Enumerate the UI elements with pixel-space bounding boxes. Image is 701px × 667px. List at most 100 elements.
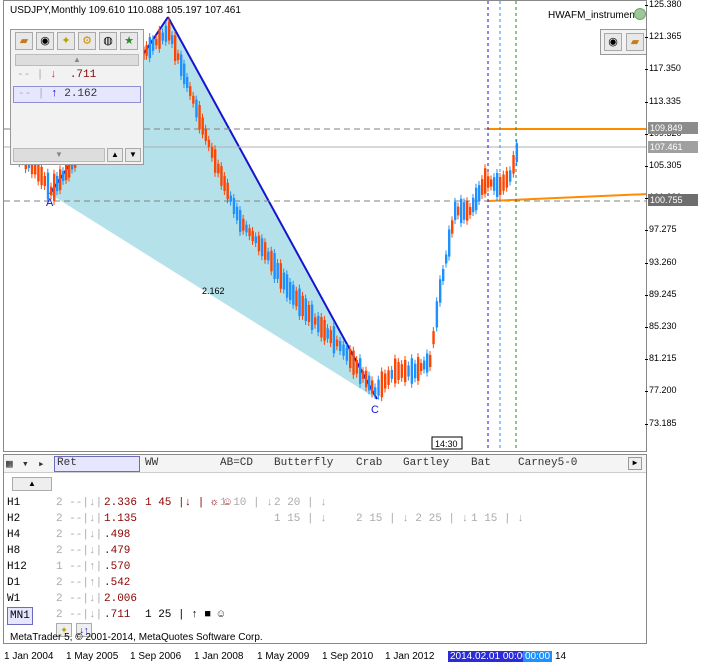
candle-body: [496, 173, 499, 197]
row-value: .570: [104, 561, 131, 573]
tab-crab[interactable]: Crab: [356, 457, 382, 469]
candle-body: [423, 360, 426, 370]
candle-body: [180, 54, 183, 77]
candle-body: [62, 171, 65, 181]
candle-body: [377, 379, 380, 396]
star-icon[interactable]: ★: [120, 32, 138, 50]
candle-body: [235, 206, 239, 221]
pattern-ratio-label: 2.162: [202, 286, 225, 296]
candle-body: [397, 362, 400, 380]
candle-body: [285, 274, 289, 298]
mini-toolbar: ▰ ◉ ✦ ⚙ ◍ ★: [11, 30, 143, 52]
eye-icon[interactable]: ◉: [36, 32, 54, 50]
candle-body: [335, 339, 339, 347]
candle-body: [279, 263, 283, 289]
tab-butterfly[interactable]: Butterfly: [274, 457, 333, 469]
tab-gartley[interactable]: Gartley: [403, 457, 449, 469]
time-tick: 14: [555, 651, 567, 662]
row-butterfly: 2 20 | ↓: [274, 497, 327, 509]
time-tick: 1 May 2005: [66, 651, 119, 662]
settings-icon[interactable]: ⚙: [78, 32, 96, 50]
candle-body: [317, 315, 320, 333]
folder-icon[interactable]: ▰: [15, 32, 33, 50]
time-tick: 1 Sep 2010: [322, 651, 374, 662]
candle-body: [439, 279, 442, 303]
mini-row-selected[interactable]: -- | ↑ 2.162: [13, 86, 141, 103]
candle-body: [365, 370, 368, 388]
tab-ret[interactable]: Ret: [54, 456, 140, 472]
pattern-label-a: A: [46, 197, 54, 209]
row-value: 2.006: [104, 593, 138, 605]
candle-body: [349, 348, 352, 369]
eye-icon[interactable]: ◉: [604, 33, 622, 51]
chart-icon[interactable]: ▦: [6, 457, 13, 471]
mini-up-button[interactable]: ▲: [107, 148, 123, 162]
chevron-right-icon[interactable]: ▸: [38, 457, 45, 471]
right-mini-panel: ◉ ▰: [600, 29, 646, 55]
mini-down-button[interactable]: ▼: [125, 148, 141, 162]
candle-body: [292, 284, 295, 305]
candle-body: [469, 207, 472, 215]
timeframe-label: D1: [7, 577, 21, 589]
tabs-scroll-right[interactable]: ▶: [628, 457, 642, 470]
mini-bottom-bar: ▼ ▲ ▼: [13, 148, 141, 162]
mini-scroll-down[interactable]: ▼: [13, 148, 105, 162]
candle-body: [158, 29, 161, 49]
candle-body: [487, 176, 490, 188]
indicator-name: HWAFM_instrument: [548, 10, 638, 21]
candle-body: [484, 168, 487, 194]
tab-carney[interactable]: Carney5-0: [518, 457, 577, 469]
candle-body: [229, 195, 233, 202]
folder-icon[interactable]: ▰: [626, 33, 644, 51]
row-value: .479: [104, 545, 131, 557]
chevron-down-icon[interactable]: ▾: [22, 457, 29, 471]
candle-body: [320, 317, 323, 338]
candle-body: [43, 176, 46, 186]
row-status: 1 --|↑|: [56, 561, 103, 573]
tab-ww[interactable]: WW: [145, 457, 158, 469]
mini-scroll-up[interactable]: ▲: [15, 54, 139, 66]
candle-body: [273, 253, 276, 279]
candle-body: [148, 37, 152, 59]
candle-body: [239, 210, 242, 232]
indicator-status-icon[interactable]: [634, 8, 646, 20]
candle-body: [342, 344, 345, 356]
candle-body: [502, 174, 505, 191]
tools-icon[interactable]: ◍: [99, 32, 117, 50]
price-tick: 121.365: [645, 31, 682, 42]
candle-body: [512, 155, 515, 174]
candle-body: [368, 375, 371, 391]
candle-body: [371, 380, 374, 394]
candle-body: [417, 357, 420, 381]
candle-body: [220, 166, 223, 186]
tab-abcd[interactable]: AB=CD: [220, 457, 253, 469]
mini-row[interactable]: -- | ↓ .711: [13, 68, 141, 85]
candle-body: [155, 39, 158, 46]
candle-body: [509, 170, 512, 182]
candle-body: [460, 198, 463, 224]
price-chart[interactable]: A C 2.162 14:30 USDJPY,Monthly 109.610 1…: [3, 0, 647, 452]
row-status: 2 --|↓|: [56, 529, 103, 541]
candle-body: [304, 298, 308, 322]
candle-body: [454, 201, 457, 221]
candle-body: [251, 230, 254, 242]
mini-row-value: 2.162: [64, 88, 98, 100]
candle-body: [445, 254, 448, 264]
timeframe-label: W1: [7, 593, 21, 605]
table-scroll-up[interactable]: ▲: [12, 477, 52, 491]
row-abcd: 1 10 | ↓: [220, 497, 273, 509]
timeframe-label: MN1: [7, 607, 33, 625]
tab-bat[interactable]: Bat: [471, 457, 491, 469]
bulb-icon[interactable]: ✦: [57, 32, 75, 50]
candle-body: [380, 371, 384, 398]
candle-body: [254, 236, 258, 244]
price-tick: 73.185: [645, 417, 677, 428]
candle-body: [314, 317, 317, 325]
candle-body: [432, 331, 435, 345]
price-level-label: 107.461: [648, 141, 698, 153]
candle-body: [65, 164, 68, 181]
row-status: 2 --|↓|: [56, 545, 103, 557]
time-tick: 1 Jan 2012: [385, 651, 435, 662]
time-axis: 1 Jan 2004 1 May 2005 1 Sep 2006 1 Jan 2…: [0, 646, 701, 667]
candle-body: [475, 187, 478, 211]
